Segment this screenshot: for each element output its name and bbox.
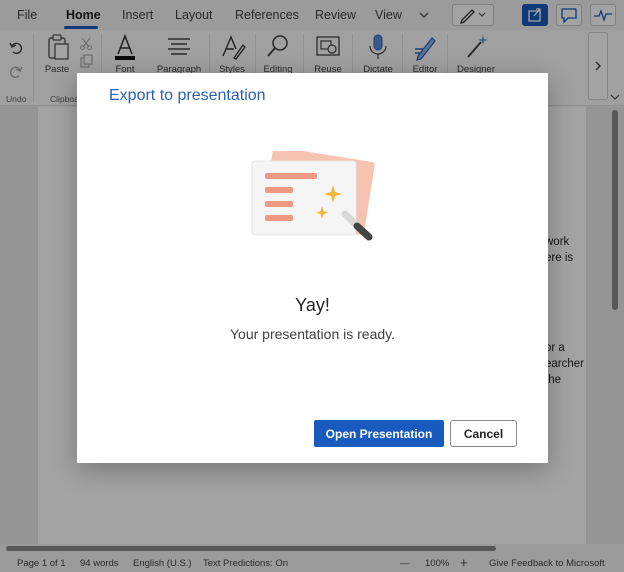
success-message: Your presentation is ready. <box>230 326 395 342</box>
success-heading: Yay! <box>295 295 330 315</box>
open-presentation-button[interactable]: Open Presentation <box>314 420 444 447</box>
presentation-illustration <box>251 151 375 241</box>
dialog-title: Export to presentation <box>109 87 266 104</box>
export-dialog: Export to presentation Yay! Your present… <box>77 73 548 463</box>
cancel-button[interactable]: Cancel <box>450 420 517 447</box>
